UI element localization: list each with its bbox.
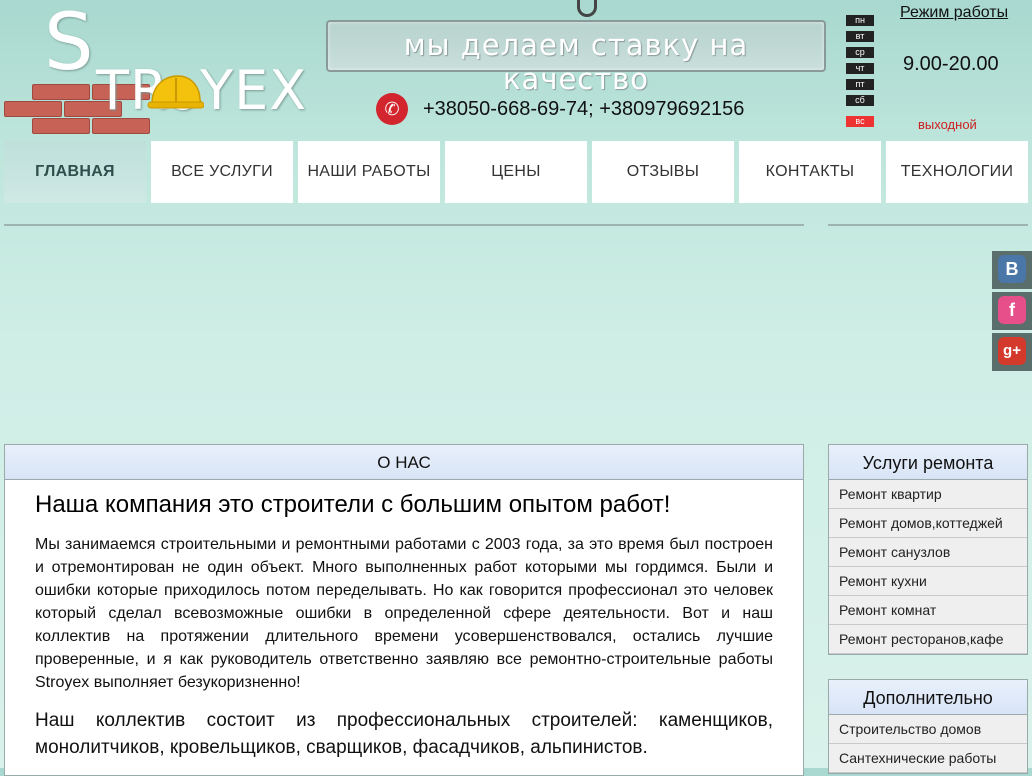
dayoff-badge: вс [846, 116, 874, 127]
sidebar-item-restaurants[interactable]: Ремонт ресторанов,кафе [829, 625, 1027, 654]
sidebar-item-plumbing[interactable]: Сантехнические работы [829, 744, 1027, 773]
weekday-badge: ср [846, 47, 874, 58]
site-logo[interactable]: S TRoYEX [0, 0, 320, 140]
divider [4, 224, 804, 226]
logo-brick [4, 101, 62, 117]
social-vk[interactable]: В [992, 251, 1032, 289]
about-title: Наша компания это строители с большим оп… [35, 491, 671, 518]
hook-icon [577, 0, 597, 17]
weekday-badge: вт [846, 31, 874, 42]
slogan-text: мы делаем ставку на качество [403, 28, 749, 96]
nav-item-home[interactable]: ГЛАВНАЯ [4, 141, 146, 203]
nav-item-reviews[interactable]: ОТЗЫВЫ [592, 141, 734, 203]
phone-icon: ✆ [376, 93, 408, 125]
social-google-plus[interactable]: g+ [992, 333, 1032, 371]
sidebar-item-bathrooms[interactable]: Ремонт санузлов [829, 538, 1027, 567]
repair-services-menu: Услуги ремонта Ремонт квартир Ремонт дом… [828, 444, 1028, 655]
nav-item-works[interactable]: НАШИ РАБОТЫ [298, 141, 440, 203]
main-nav: ГЛАВНАЯ ВСЕ УСЛУГИ НАШИ РАБОТЫ ЦЕНЫ ОТЗЫ… [4, 141, 1028, 203]
extra-services-title: Дополнительно [829, 680, 1027, 715]
nav-item-prices[interactable]: ЦЕНЫ [445, 141, 587, 203]
slogan-banner: мы делаем ставку на качество [326, 20, 826, 96]
repair-services-title: Услуги ремонта [829, 445, 1027, 480]
about-header: О НАС [5, 445, 803, 480]
sidebar-item-kitchen[interactable]: Ремонт кухни [829, 567, 1027, 596]
hard-hat-icon [147, 75, 204, 109]
about-panel: О НАС Наша компания это строители с боль… [4, 444, 804, 776]
logo-letter: S [44, 0, 94, 88]
nav-item-contacts[interactable]: КОНТАКТЫ [739, 141, 881, 203]
google-plus-icon[interactable]: g+ [998, 337, 1026, 365]
nav-item-technologies[interactable]: ТЕХНОЛОГИИ [886, 141, 1028, 203]
divider [828, 224, 1028, 226]
sidebar-item-apartments[interactable]: Ремонт квартир [829, 480, 1027, 509]
logo-brick [32, 118, 90, 134]
about-paragraph: Мы занимаемся строительными и ремонтными… [35, 536, 773, 691]
sidebar-item-houses[interactable]: Ремонт домов,коттеджей [829, 509, 1027, 538]
sidebar-item-house-building[interactable]: Строительство домов [829, 715, 1027, 744]
sidebar-item-rooms[interactable]: Ремонт комнат [829, 596, 1027, 625]
schedule-title: Режим работы [900, 4, 1009, 21]
weekday-badge: пн [846, 15, 874, 26]
facebook-icon[interactable]: f [998, 296, 1026, 324]
dayoff-label: выходной [918, 117, 977, 132]
vk-icon[interactable]: В [998, 255, 1026, 283]
nav-item-services[interactable]: ВСЕ УСЛУГИ [151, 141, 293, 203]
social-facebook[interactable]: f [992, 292, 1032, 330]
team-paragraph: Наш коллектив состоит из профессиональны… [35, 710, 773, 758]
phone-numbers[interactable]: +38050-668-69-74; +380979692156 [423, 98, 744, 121]
weekday-badge: сб [846, 95, 874, 106]
weekday-badge: пт [846, 79, 874, 90]
weekday-list: пн вт ср чт пт сб вс [846, 15, 876, 132]
weekday-badge: чт [846, 63, 874, 74]
working-hours: 9.00-20.00 [903, 53, 999, 75]
extra-services-menu: Дополнительно Строительство домов Сантех… [828, 679, 1028, 774]
